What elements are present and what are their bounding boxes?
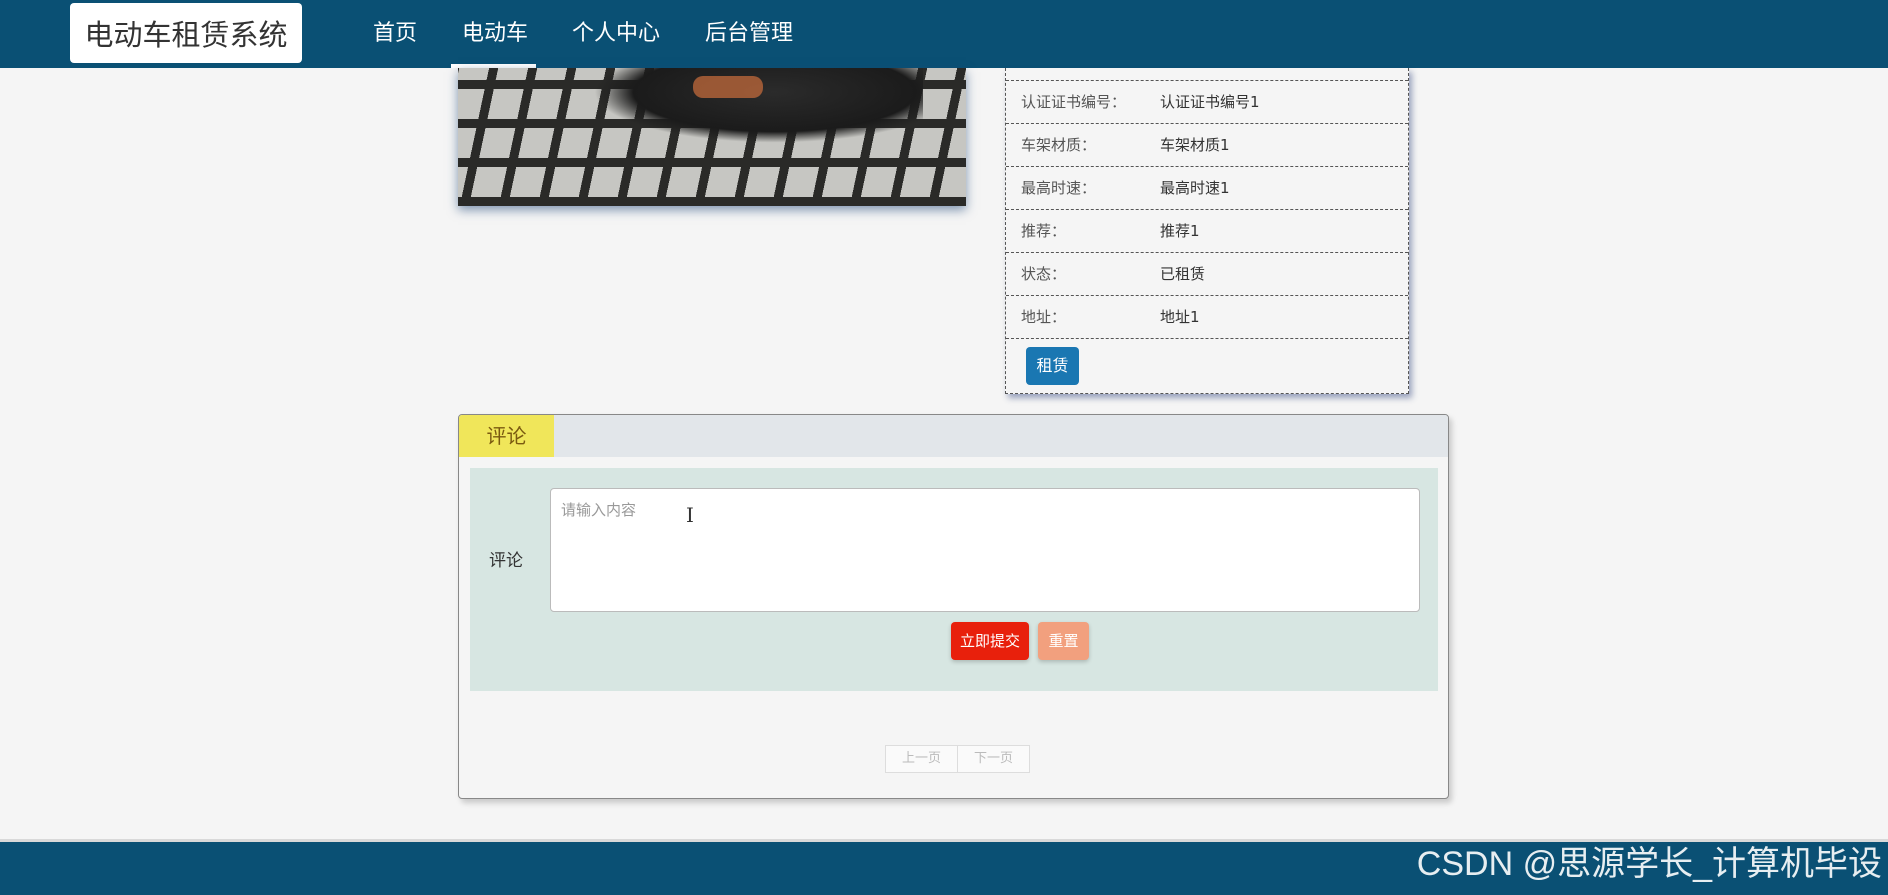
info-value: 已租赁 (1160, 265, 1206, 283)
info-key: 车架材质： (1021, 136, 1097, 154)
nav-item-home[interactable]: 首页 (373, 16, 417, 52)
text-cursor-icon: I (686, 503, 694, 527)
product-image (458, 68, 966, 206)
info-row-recommend: 推荐： 推荐1 (1006, 209, 1408, 252)
info-value: 认证证书编号1 (1160, 93, 1260, 111)
site-brand[interactable]: 电动车租赁系统 (70, 3, 302, 63)
comment-form: 评论 立即提交 重置 (470, 468, 1438, 691)
info-value: 推荐1 (1160, 222, 1200, 240)
top-navbar: 电动车租赁系统 首页 电动车 个人中心 后台管理 (0, 0, 1888, 68)
info-value: 最高时速1 (1160, 179, 1230, 197)
next-page-button[interactable]: 下一页 (958, 745, 1031, 773)
info-row-status: 状态： 已租赁 (1006, 252, 1408, 295)
pagination: 上一页 下一页 (885, 745, 1031, 773)
info-key: 推荐： (1021, 222, 1067, 240)
submit-button[interactable]: 立即提交 (951, 622, 1029, 660)
info-value: 车架材质1 (1160, 136, 1230, 154)
info-key: 认证证书编号： (1021, 93, 1127, 111)
rent-button[interactable]: 租赁 (1026, 347, 1079, 385)
info-divider (1006, 338, 1408, 339)
comment-field-label: 评论 (489, 551, 523, 571)
comment-textarea[interactable] (550, 488, 1420, 612)
watermark: CSDN @思源学长_计算机毕设 (1416, 845, 1882, 883)
info-key: 地址： (1021, 308, 1067, 326)
nav-item-admin[interactable]: 后台管理 (705, 16, 793, 52)
info-value: 地址1 (1160, 308, 1200, 326)
comment-panel: 评论 评论 立即提交 重置 上一页 下一页 (458, 414, 1449, 799)
info-row-address: 地址： 地址1 (1006, 295, 1408, 338)
reset-button[interactable]: 重置 (1038, 622, 1089, 660)
nav-item-ebike[interactable]: 电动车 (462, 16, 528, 52)
info-key: 最高时速： (1021, 179, 1097, 197)
tab-comments[interactable]: 评论 (459, 415, 554, 457)
info-row-certificate: 认证证书编号： 认证证书编号1 (1006, 80, 1408, 123)
scooter-accent-graphic (693, 76, 763, 98)
nav-item-profile[interactable]: 个人中心 (572, 16, 660, 52)
info-row-frame-material: 车架材质： 车架材质1 (1006, 123, 1408, 166)
info-key: 状态： (1021, 265, 1067, 283)
prev-page-button[interactable]: 上一页 (885, 745, 959, 773)
info-row-max-speed: 最高时速： 最高时速1 (1006, 166, 1408, 209)
product-info-table: 认证证书编号： 认证证书编号1 车架材质： 车架材质1 最高时速： 最高时速1 … (1005, 68, 1409, 394)
comment-tabs-bar: 评论 (459, 415, 1448, 457)
